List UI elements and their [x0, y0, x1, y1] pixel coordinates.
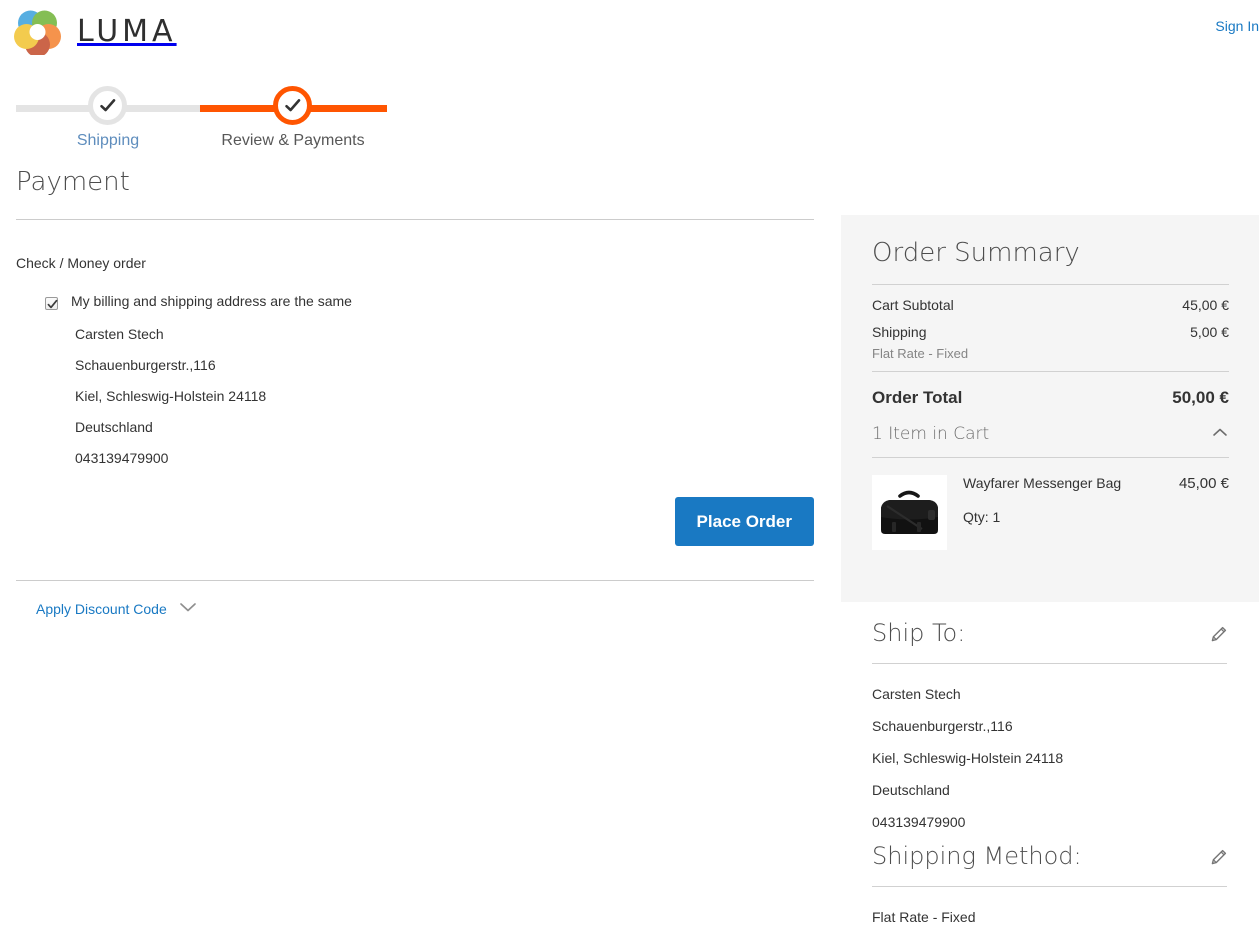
- same-address-row[interactable]: My billing and shipping address are the …: [16, 293, 814, 310]
- chevron-up-icon[interactable]: [1211, 425, 1229, 443]
- luma-logo-link[interactable]: LUMA: [14, 8, 177, 55]
- total-row-shipping: Shipping 5,00 €: [872, 324, 1229, 340]
- apply-discount-label[interactable]: Apply Discount Code: [36, 601, 167, 617]
- billing-address-line: Schauenburgerstr.,116: [75, 356, 216, 373]
- cart-item-price: 45,00 €: [1178, 474, 1229, 492]
- billing-address-line: 043139479900: [75, 449, 169, 466]
- total-value: 5,00 €: [1190, 323, 1229, 340]
- order-totals: Cart Subtotal 45,00 € Shipping 5,00 € Fl…: [872, 285, 1229, 361]
- total-label: Shipping: [872, 323, 927, 340]
- billing-address-line: Carsten Stech: [75, 325, 164, 342]
- shipping-method-value: Flat Rate - Fixed: [872, 909, 976, 926]
- billing-address-block: My billing and shipping address are the …: [16, 293, 814, 465]
- shipping-method-section: Shipping Method: Flat Rate - Fixed: [872, 843, 1227, 924]
- shipping-method-title: Shipping Method:: [872, 842, 1082, 870]
- progress-step-shipping-marker[interactable]: [88, 86, 127, 125]
- page-header: LUMA Sign In: [0, 0, 1259, 62]
- shipping-method-divider: [872, 886, 1227, 888]
- payment-section: Payment Check / Money order My billing a…: [16, 168, 814, 618]
- ship-to-header: Ship To:: [872, 620, 1227, 646]
- same-address-label: My billing and shipping address are the …: [71, 292, 352, 309]
- checkout-page: LUMA Sign In Shipping Review & Payments: [0, 0, 1259, 947]
- billing-address-line: Deutschland: [75, 418, 153, 435]
- ship-to-address-line: Kiel, Schleswig-Holstein 24118: [872, 750, 1064, 767]
- shipping-method-header: Shipping Method:: [872, 843, 1227, 869]
- progress-step-label-review: Review & Payments: [221, 132, 365, 149]
- check-icon: [284, 97, 302, 115]
- cart-item-qty: Qty: 1: [963, 508, 1001, 525]
- pencil-edit-icon: [1210, 849, 1227, 869]
- brand-name: LUMA: [77, 13, 177, 49]
- ship-to-address-line: Deutschland: [872, 782, 950, 799]
- order-summary-title: Order Summary: [872, 238, 1080, 268]
- discount-divider: [16, 579, 814, 581]
- cart-items-count: 1 Item in Cart: [872, 423, 990, 444]
- chevron-down-icon[interactable]: [179, 600, 197, 618]
- sign-in-link[interactable]: Sign In: [1215, 18, 1259, 34]
- cart-item-top: Wayfarer Messenger Bag 45,00 €: [963, 475, 1229, 492]
- ship-to-address-line: Schauenburgerstr.,116: [872, 718, 1013, 735]
- pencil-edit-icon: [1210, 626, 1227, 646]
- shipping-method-note: Flat Rate - Fixed: [872, 345, 969, 361]
- edit-shipping-address-button[interactable]: [1210, 626, 1227, 643]
- place-order-row: Place Order: [16, 496, 814, 546]
- apply-discount-toggle[interactable]: Apply Discount Code: [16, 600, 814, 618]
- billing-address-line: Kiel, Schleswig-Holstein 24118: [75, 387, 267, 404]
- total-row-subtotal: Cart Subtotal 45,00 €: [872, 297, 1229, 313]
- checkout-progress-bar: Shipping Review & Payments: [0, 86, 840, 152]
- messenger-bag-thumbnail-icon: [872, 474, 947, 550]
- ship-to-divider: [872, 663, 1227, 665]
- page-title: Payment: [16, 167, 130, 197]
- progress-step-label-shipping[interactable]: Shipping: [0, 132, 216, 150]
- cart-item-info: Wayfarer Messenger Bag 45,00 € Qty: 1: [947, 475, 1229, 550]
- luma-circles-logo-icon: [14, 8, 61, 55]
- grand-total-row: Order Total 50,00 €: [872, 372, 1229, 424]
- place-order-button[interactable]: Place Order: [674, 496, 814, 546]
- cart-item-name: Wayfarer Messenger Bag: [963, 474, 1122, 491]
- ship-to-address-line: 043139479900: [872, 814, 966, 831]
- payment-method-label: Check / Money order: [16, 254, 146, 271]
- edit-shipping-method-button[interactable]: [1210, 849, 1227, 866]
- grand-total-label: Order Total: [872, 387, 963, 407]
- title-divider: [16, 218, 814, 220]
- check-icon: [99, 97, 117, 115]
- total-label: Cart Subtotal: [872, 296, 954, 313]
- ship-to-section: Ship To: Carsten Stech Schauenburgerstr.…: [872, 620, 1227, 829]
- order-summary-panel: Order Summary Cart Subtotal 45,00 € Ship…: [841, 215, 1259, 602]
- cart-items-toggle[interactable]: 1 Item in Cart: [872, 424, 1229, 457]
- progress-step-review-marker[interactable]: [273, 86, 312, 125]
- cart-item-row: Wayfarer Messenger Bag 45,00 € Qty: 1: [872, 458, 1229, 550]
- grand-total-value: 50,00 €: [1172, 387, 1229, 407]
- total-value: 45,00 €: [1182, 296, 1229, 313]
- ship-to-address-line: Carsten Stech: [872, 686, 961, 703]
- ship-to-title: Ship To:: [872, 619, 966, 647]
- same-address-checkbox[interactable]: [45, 296, 58, 310]
